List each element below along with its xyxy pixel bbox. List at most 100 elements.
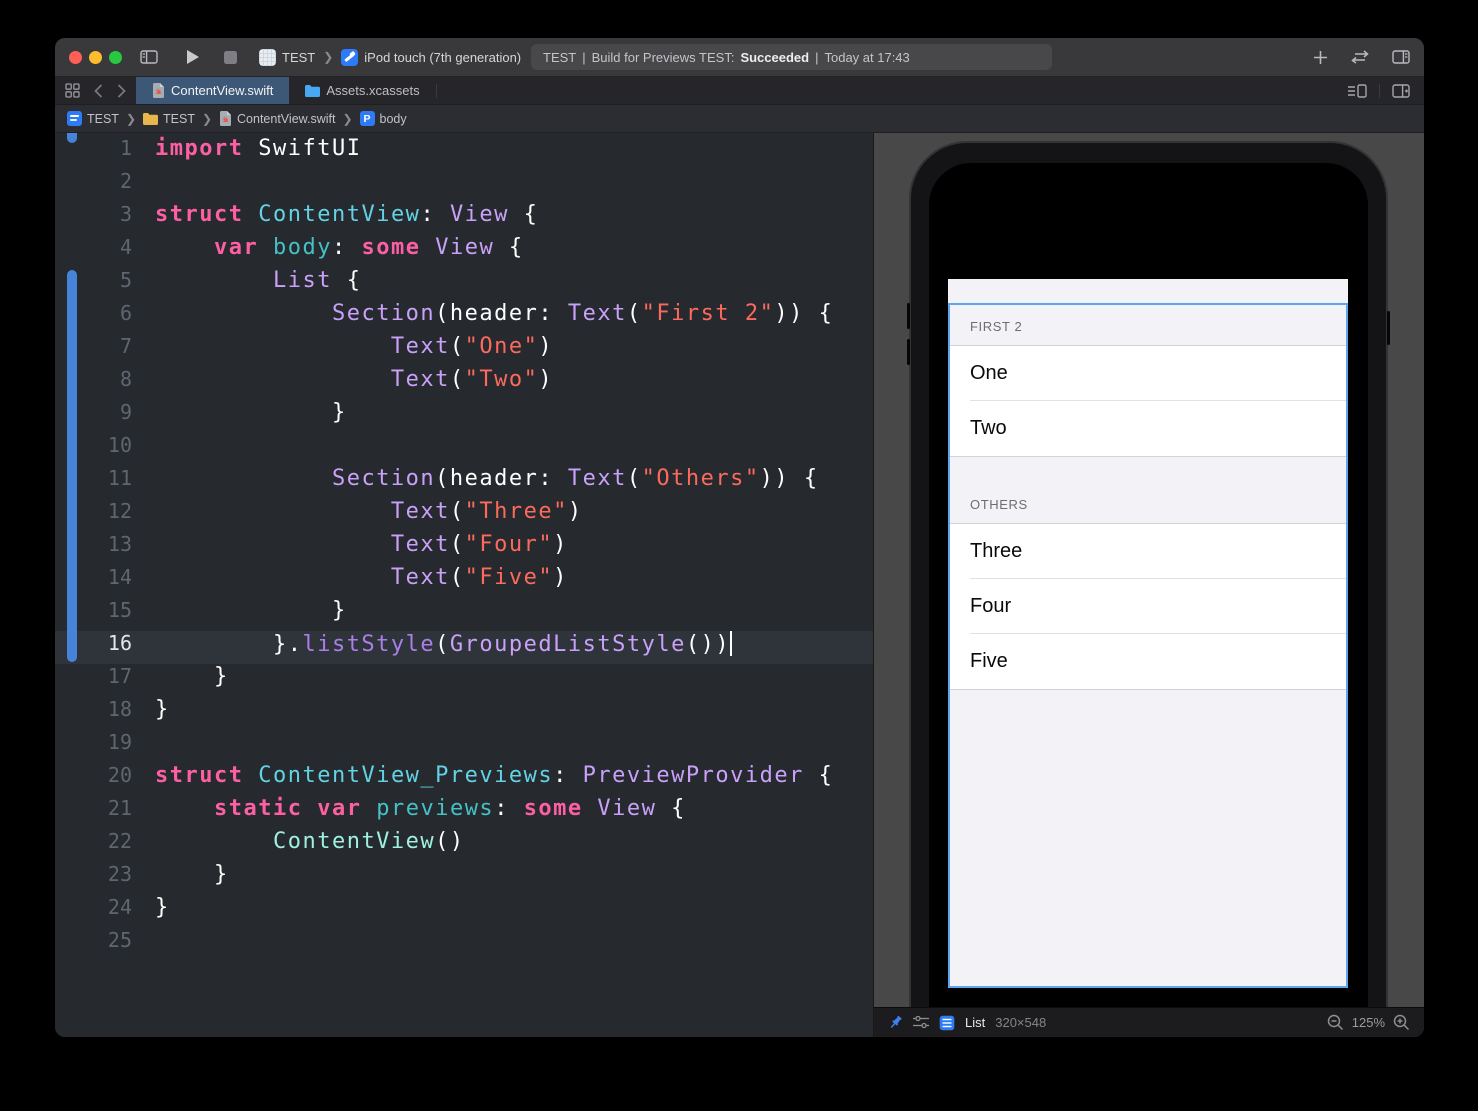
breadcrumb-symbol[interactable]: P body (360, 111, 407, 126)
status-separator: | (582, 50, 585, 65)
code-text: import SwiftUI (132, 136, 361, 169)
breadcrumb-group[interactable]: TEST (143, 112, 195, 126)
code-lines: 1import SwiftUI23struct ContentView: Vie… (55, 136, 873, 961)
code-line[interactable]: 12 Text("Three") (55, 499, 873, 532)
stop-button[interactable] (224, 51, 237, 64)
tab-divider (1379, 84, 1380, 98)
related-items-icon[interactable] (65, 83, 80, 98)
project-icon (67, 111, 82, 126)
code-line[interactable]: 5 List { (55, 268, 873, 301)
swift-file-icon (219, 111, 232, 126)
window-controls (69, 51, 122, 64)
line-number: 25 (55, 928, 132, 961)
chevron-right-icon: ❯ (342, 112, 352, 126)
code-line[interactable]: 1import SwiftUI (55, 136, 873, 169)
close-button[interactable] (69, 51, 82, 64)
code-line[interactable]: 15 } (55, 598, 873, 631)
breadcrumb-file[interactable]: ContentView.swift (219, 111, 335, 126)
list-row[interactable]: Two (950, 401, 1346, 457)
code-text: List { (132, 268, 361, 301)
volume-button (907, 339, 910, 365)
list-row[interactable]: Four (950, 579, 1346, 634)
code-text (132, 169, 155, 202)
preview-settings-icon[interactable] (913, 1016, 929, 1029)
line-number: 20 (55, 763, 132, 796)
code-line[interactable]: 2 (55, 169, 873, 202)
status-separator: | (815, 50, 818, 65)
line-number: 1 (55, 136, 132, 169)
line-number: 19 (55, 730, 132, 763)
breadcrumb-project[interactable]: TEST (67, 111, 119, 126)
code-line[interactable]: 7 Text("One") (55, 334, 873, 367)
code-line[interactable]: 17 } (55, 664, 873, 697)
code-text: struct ContentView_Previews: PreviewProv… (132, 763, 833, 796)
code-line[interactable]: 25 (55, 928, 873, 961)
code-line[interactable]: 23 } (55, 862, 873, 895)
navigator-sidebar-toggle-icon[interactable] (140, 50, 158, 64)
desktop: TEST ❯ iPod touch (7th generation) TEST … (0, 0, 1478, 1111)
code-text: Section(header: Text("Others")) { (132, 466, 819, 499)
list-section-header: FIRST 2 (950, 305, 1346, 346)
line-number: 21 (55, 796, 132, 829)
list-row[interactable]: Three (950, 524, 1346, 579)
inspector-panel-toggle-icon[interactable] (1392, 50, 1410, 64)
device-screen: FIRST 2OneTwoOTHERSThreeFourFive (929, 163, 1368, 1008)
code-line[interactable]: 21 static var previews: some View { (55, 796, 873, 829)
code-line[interactable]: 14 Text("Five") (55, 565, 873, 598)
code-line[interactable]: 16 }.listStyle(GroupedListStyle()) (55, 631, 873, 664)
line-number: 23 (55, 862, 132, 895)
code-text: } (132, 664, 229, 697)
list-row[interactable]: Five (950, 634, 1346, 690)
library-plus-icon[interactable] (1313, 50, 1328, 65)
code-line[interactable]: 4 var body: some View { (55, 235, 873, 268)
code-line[interactable]: 24} (55, 895, 873, 928)
code-text: Text("Five") (132, 565, 568, 598)
zoom-button[interactable] (109, 51, 122, 64)
source-control-change-bar (67, 133, 77, 143)
pin-preview-icon[interactable] (888, 1015, 903, 1030)
app-scheme-icon (259, 49, 276, 66)
code-line[interactable]: 22 ContentView() (55, 829, 873, 862)
tab-assets-xcassets[interactable]: Assets.xcassets (289, 77, 435, 104)
code-line[interactable]: 8 Text("Two") (55, 367, 873, 400)
code-text: Text("One") (132, 334, 553, 367)
editor-options-icon[interactable] (1348, 84, 1367, 98)
code-line[interactable]: 3struct ContentView: View { (55, 202, 873, 235)
code-line[interactable]: 18} (55, 697, 873, 730)
preview-bottom-bar: List 320×548 125% (874, 1007, 1424, 1037)
scheme-selector[interactable]: TEST ❯ iPod touch (7th generation) (259, 49, 521, 66)
zoom-in-icon[interactable] (1393, 1014, 1410, 1031)
minimize-button[interactable] (89, 51, 102, 64)
source-control-change-bar (67, 270, 77, 662)
selection-label: List (965, 1015, 985, 1030)
code-text: }.listStyle(GroupedListStyle()) (132, 631, 732, 664)
preview-canvas: FIRST 2OneTwoOTHERSThreeFourFive List 32… (873, 133, 1424, 1037)
chevron-right-icon: ❯ (323, 50, 333, 64)
back-chevron-icon[interactable] (94, 84, 103, 98)
breadcrumb-label: TEST (163, 112, 195, 126)
run-button[interactable] (186, 49, 200, 65)
swap-arrows-icon[interactable] (1350, 50, 1370, 64)
forward-chevron-icon[interactable] (117, 84, 126, 98)
code-line[interactable]: 9 } (55, 400, 873, 433)
code-line[interactable]: 19 (55, 730, 873, 763)
zoom-out-icon[interactable] (1327, 1014, 1344, 1031)
scheme-project-label: TEST (282, 50, 315, 65)
status-action: Build for Previews TEST: (592, 50, 735, 65)
line-number: 18 (55, 697, 132, 730)
chevron-right-icon: ❯ (126, 112, 136, 126)
code-line[interactable]: 20struct ContentView_Previews: PreviewPr… (55, 763, 873, 796)
selected-list-view[interactable]: FIRST 2OneTwoOTHERSThreeFourFive (948, 303, 1348, 988)
code-line[interactable]: 11 Section(header: Text("Others")) { (55, 466, 873, 499)
source-editor[interactable]: 1import SwiftUI23struct ContentView: Vie… (55, 133, 873, 1037)
code-line[interactable]: 13 Text("Four") (55, 532, 873, 565)
list-element-icon[interactable] (939, 1015, 955, 1031)
code-line[interactable]: 6 Section(header: Text("First 2")) { (55, 301, 873, 334)
code-text: struct ContentView: View { (132, 202, 538, 235)
add-editor-icon[interactable] (1392, 84, 1410, 98)
tab-contentview-swift[interactable]: ContentView.swift (136, 77, 289, 104)
line-number: 22 (55, 829, 132, 862)
list-row[interactable]: One (950, 346, 1346, 401)
zoom-level[interactable]: 125% (1352, 1015, 1385, 1030)
code-line[interactable]: 10 (55, 433, 873, 466)
